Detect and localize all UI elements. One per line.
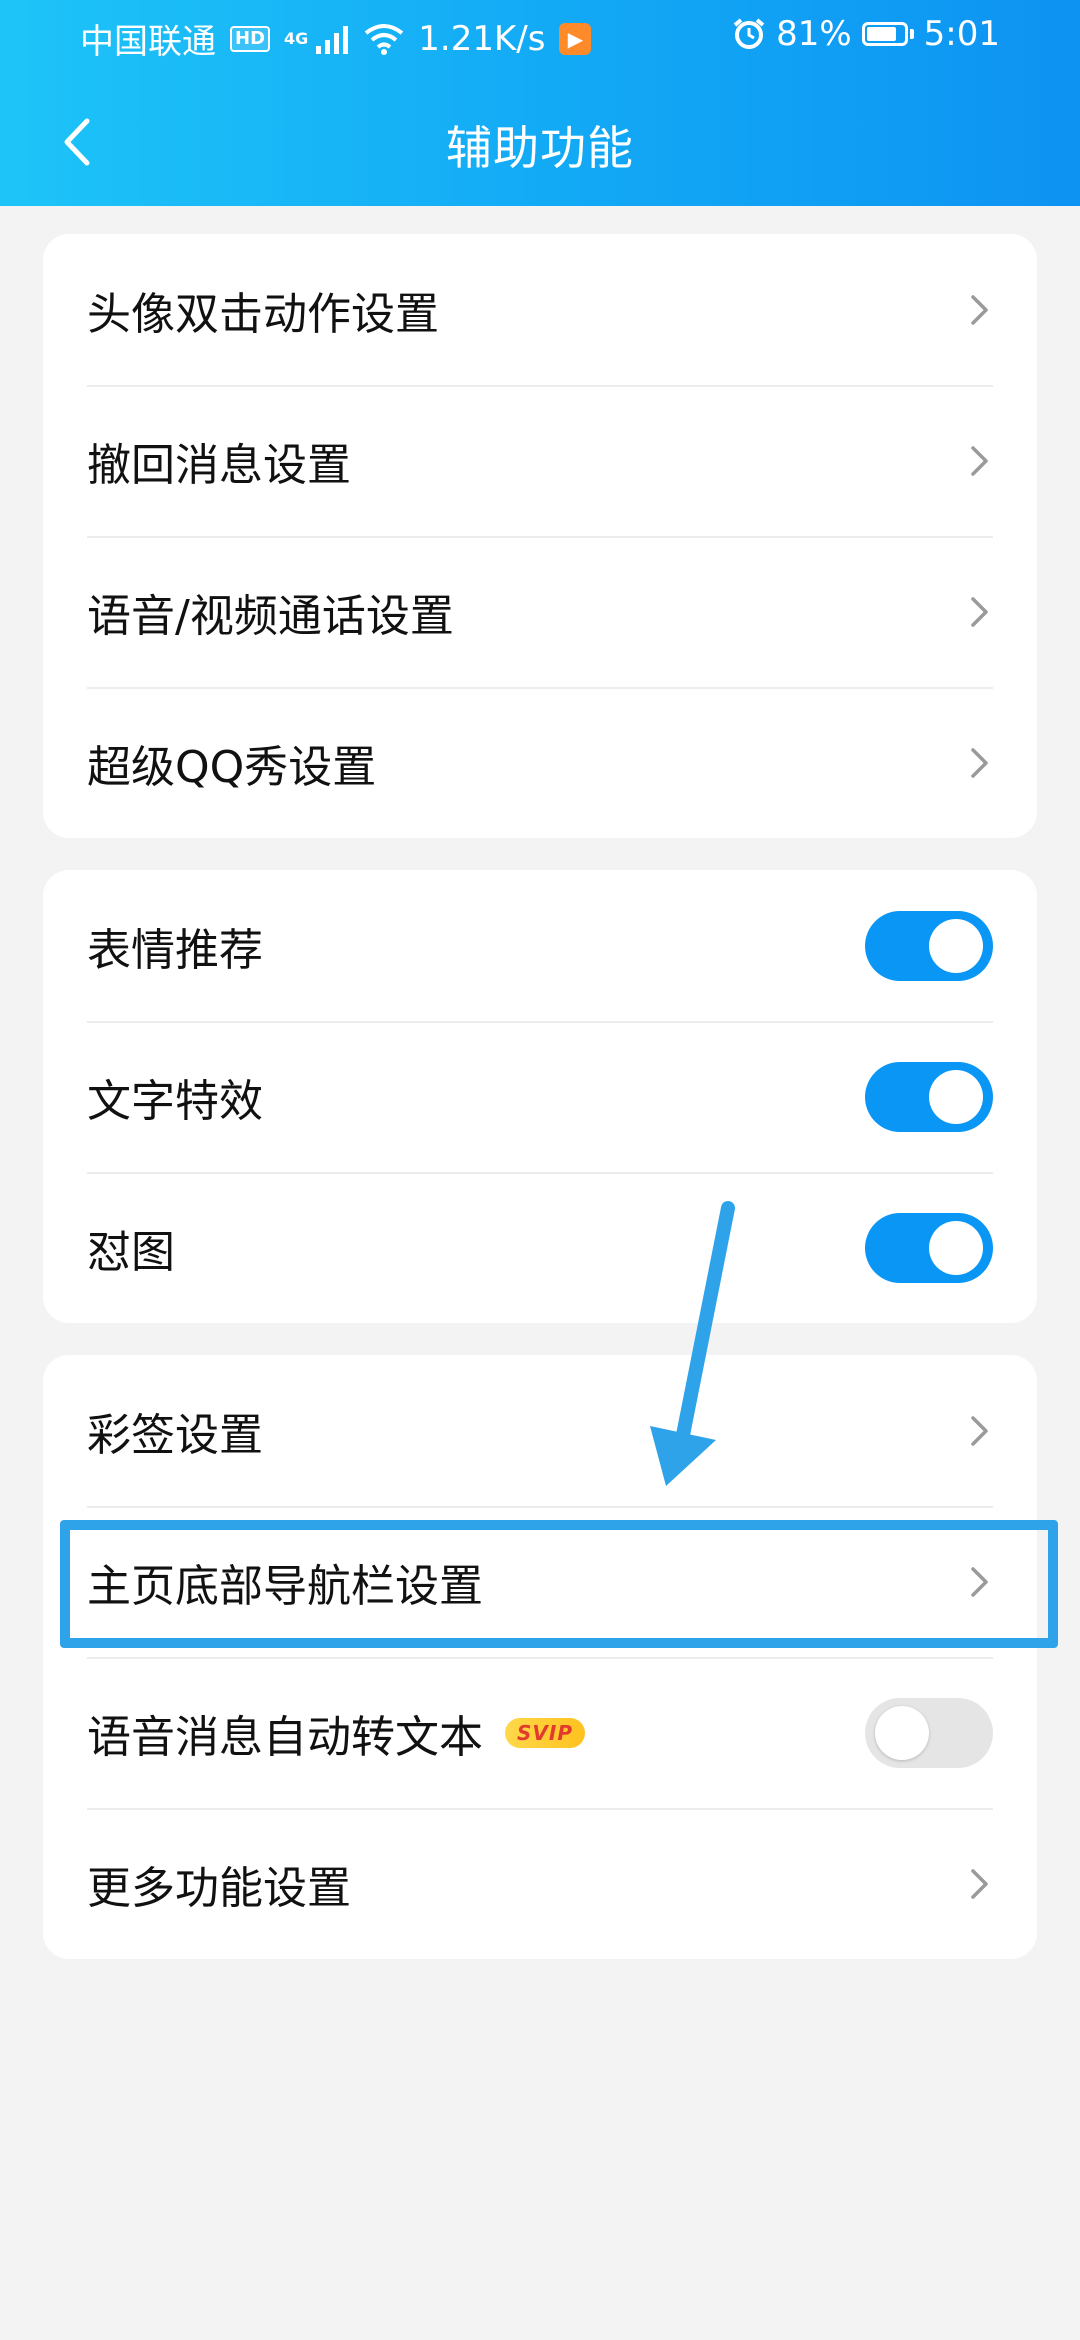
signal-icon — [316, 25, 349, 54]
row-dui-tu: 怼图 — [43, 1172, 1037, 1323]
row-super-qq-show[interactable]: 超级QQ秀设置 — [43, 687, 1037, 838]
status-bar: 中国联通 HD 4G 1.21K/s ▶ 81% 5:01 — [0, 0, 1080, 76]
app-notification-icon: ▶ — [559, 22, 592, 55]
network-speed: 1.21K/s — [418, 18, 546, 59]
row-text-effects: 文字特效 — [43, 1021, 1037, 1172]
header: 中国联通 HD 4G 1.21K/s ▶ 81% 5:01 辅助功能 — [0, 0, 1080, 206]
row-label: 表情推荐 — [87, 924, 263, 976]
hd-badge: HD — [230, 25, 271, 52]
nav-bar: 辅助功能 — [0, 76, 1080, 206]
chevron-right-icon — [971, 747, 988, 778]
settings-group-3: 彩签设置 主页底部导航栏设置 语音消息自动转文本 SVIP 更多功能设置 — [43, 1355, 1037, 1959]
row-recall-message[interactable]: 撤回消息设置 — [43, 385, 1037, 536]
row-label: 语音/视频通话设置 — [87, 590, 454, 642]
dui-tu-toggle[interactable] — [865, 1212, 993, 1283]
chevron-right-icon — [971, 1566, 988, 1597]
battery-icon — [861, 22, 914, 46]
carrier-name: 中国联通 — [80, 22, 216, 62]
chevron-right-icon — [971, 596, 988, 627]
network-type: 4G — [284, 28, 309, 48]
row-label: 超级QQ秀设置 — [87, 741, 377, 793]
settings-group-2: 表情推荐 文字特效 怼图 — [43, 870, 1037, 1323]
page-title: 辅助功能 — [446, 121, 634, 175]
svip-badge: SVIP — [505, 1717, 585, 1748]
alarm-icon — [733, 18, 765, 49]
row-label: 头像双击动作设置 — [87, 288, 439, 340]
row-voice-video-call[interactable]: 语音/视频通话设置 — [43, 536, 1037, 687]
row-label: 撤回消息设置 — [87, 439, 351, 491]
row-emoji-recommend: 表情推荐 — [43, 870, 1037, 1021]
row-color-tag[interactable]: 彩签设置 — [43, 1355, 1037, 1506]
row-label: 怼图 — [87, 1226, 175, 1278]
row-bottom-nav-settings[interactable]: 主页底部导航栏设置 — [43, 1506, 1037, 1657]
row-voice-to-text: 语音消息自动转文本 SVIP — [43, 1657, 1037, 1808]
row-label: 语音消息自动转文本 SVIP — [87, 1701, 865, 1765]
emoji-recommend-toggle[interactable] — [865, 910, 993, 981]
row-label: 更多功能设置 — [87, 1862, 351, 1914]
chevron-right-icon — [971, 1415, 988, 1446]
row-label: 主页底部导航栏设置 — [87, 1560, 483, 1612]
voice-to-text-toggle[interactable] — [865, 1697, 993, 1768]
settings-group-1: 头像双击动作设置 撤回消息设置 语音/视频通话设置 超级QQ秀设置 — [43, 234, 1037, 838]
toggle-knob — [929, 918, 983, 973]
clock: 5:01 — [923, 14, 1000, 54]
wifi-icon — [365, 23, 404, 55]
row-label: 彩签设置 — [87, 1409, 263, 1461]
battery-percent: 81% — [776, 14, 852, 54]
row-avatar-double-tap[interactable]: 头像双击动作设置 — [43, 234, 1037, 385]
toggle-knob — [929, 1220, 983, 1275]
chevron-right-icon — [971, 294, 988, 325]
chevron-right-icon — [971, 445, 988, 476]
toggle-knob — [875, 1705, 929, 1760]
voice-to-text-label: 语音消息自动转文本 — [87, 1711, 483, 1763]
row-more-settings[interactable]: 更多功能设置 — [43, 1808, 1037, 1959]
text-effects-toggle[interactable] — [865, 1061, 993, 1132]
toggle-knob — [929, 1069, 983, 1124]
chevron-right-icon — [971, 1868, 988, 1899]
row-label: 文字特效 — [87, 1075, 263, 1127]
